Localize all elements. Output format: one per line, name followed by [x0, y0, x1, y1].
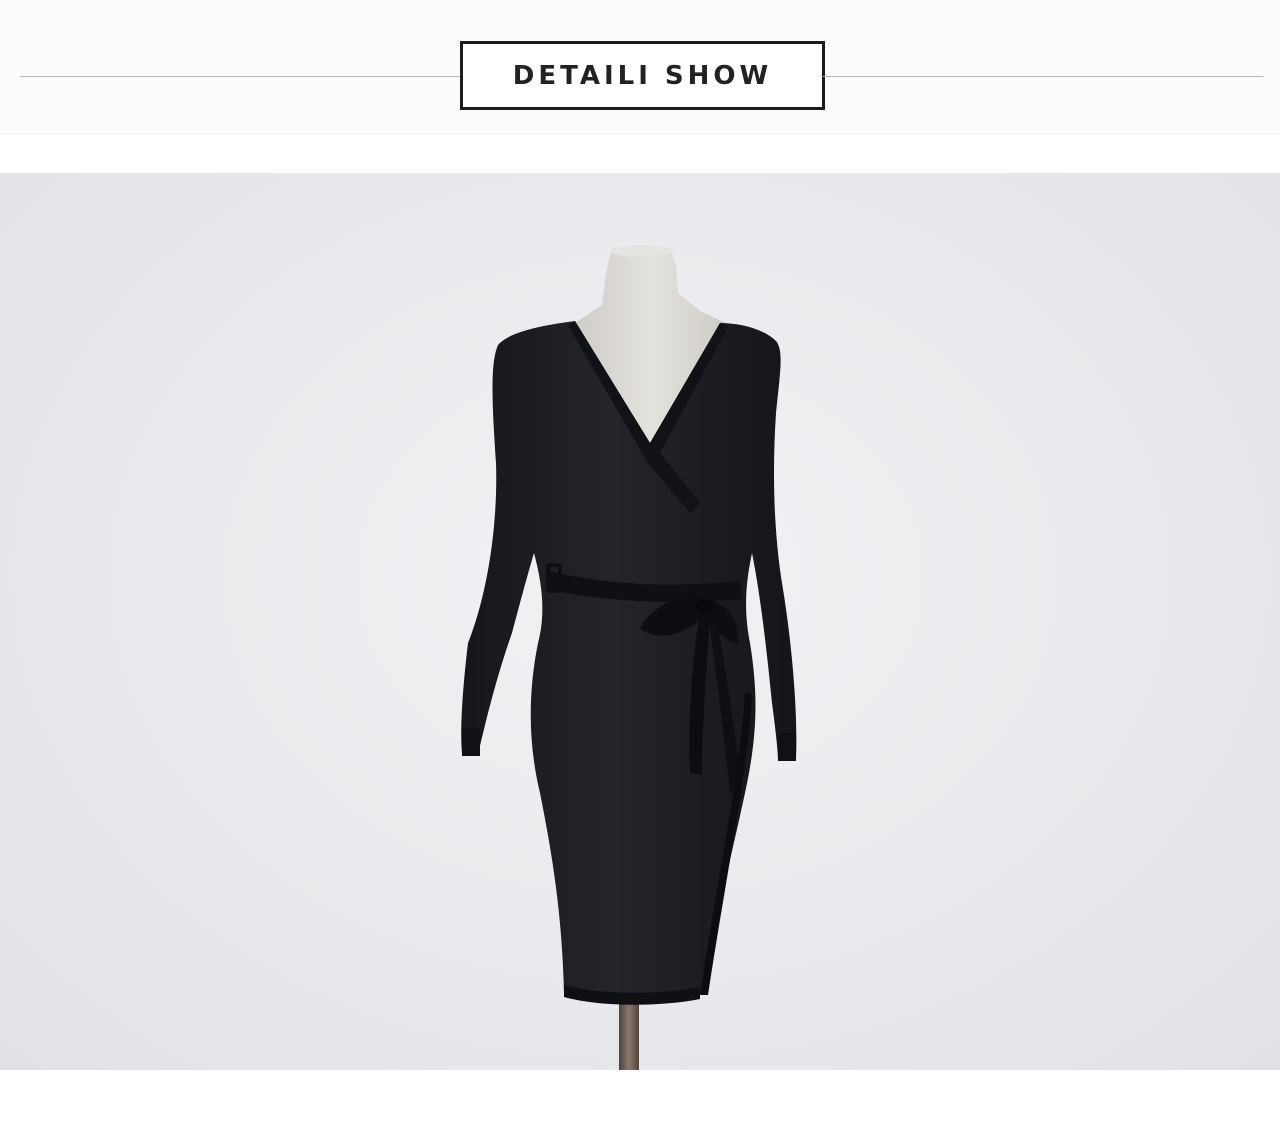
divider-line-right: [823, 76, 1263, 77]
section-title-box: DETAILI SHOW: [460, 41, 825, 110]
dress-illustration: [461, 245, 797, 1070]
header-band: DETAILI SHOW: [0, 0, 1280, 135]
right-sleeve-cuff: [778, 733, 796, 761]
mannequin-neck-top: [611, 245, 671, 257]
divider-line-left: [20, 76, 460, 77]
section-title: DETAILI SHOW: [512, 60, 773, 91]
left-sleeve-cuff: [462, 728, 480, 756]
product-photo: [0, 173, 1280, 1070]
bow-knot: [696, 599, 714, 615]
